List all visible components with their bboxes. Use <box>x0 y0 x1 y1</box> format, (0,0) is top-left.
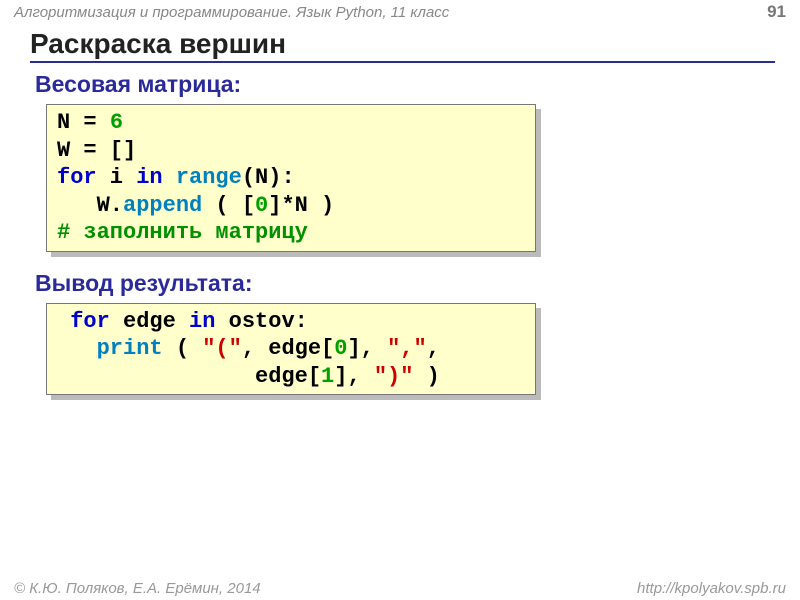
code-text: in <box>189 309 215 334</box>
code-text: for <box>57 165 97 190</box>
code-text: 0 <box>255 193 268 218</box>
code-text: , edge[ <box>242 336 334 361</box>
code-text: ) <box>413 364 439 389</box>
section-title-2: Вывод результата: <box>35 270 800 297</box>
code-text: ostov: <box>215 309 307 334</box>
code-text: range <box>176 165 242 190</box>
code-text: ( [ <box>202 193 255 218</box>
code-block-output: for edge in ostov: print ( "(", edge[0],… <box>46 303 536 396</box>
page-title: Раскраска вершин <box>30 28 775 63</box>
code-text: 6 <box>110 110 123 135</box>
code-text: ")" <box>374 364 414 389</box>
code-text: edge <box>110 309 189 334</box>
section-title-1: Весовая матрица: <box>35 71 800 98</box>
code-comment: # заполнить матрицу <box>57 220 308 245</box>
code-block-weight-matrix: N = 6 W = [] for i in range(N): W.append… <box>46 104 536 252</box>
code-text: print <box>97 336 163 361</box>
course-title: Алгоритмизация и программирование. Язык … <box>14 4 449 21</box>
code-text: "," <box>387 336 427 361</box>
code-text: ], <box>334 364 374 389</box>
code-text: for <box>57 309 110 334</box>
footer-url: http://kpolyakov.spb.ru <box>637 580 786 597</box>
code-text: (N): <box>242 165 295 190</box>
code-text: 1 <box>321 364 334 389</box>
author-credit: © К.Ю. Поляков, Е.А. Ерёмин, 2014 <box>14 580 261 597</box>
code-text: append <box>123 193 202 218</box>
code-text: W = [] <box>57 138 136 163</box>
code-text <box>57 336 97 361</box>
code-text: N = <box>57 110 110 135</box>
page-number: 91 <box>767 2 786 22</box>
code-text: ]*N ) <box>268 193 334 218</box>
slide-footer: © К.Ю. Поляков, Е.А. Ерёмин, 2014 http:/… <box>0 580 800 597</box>
code-text: W. <box>57 193 123 218</box>
code-text: i <box>97 165 137 190</box>
slide-header: Алгоритмизация и программирование. Язык … <box>0 0 800 24</box>
code-text: edge[ <box>57 364 321 389</box>
code-text: ( <box>163 336 203 361</box>
code-text: "(" <box>202 336 242 361</box>
code-text <box>163 165 176 190</box>
code-text: 0 <box>334 336 347 361</box>
code-text: in <box>136 165 162 190</box>
code-text: , <box>427 336 440 361</box>
code-text: ], <box>347 336 387 361</box>
